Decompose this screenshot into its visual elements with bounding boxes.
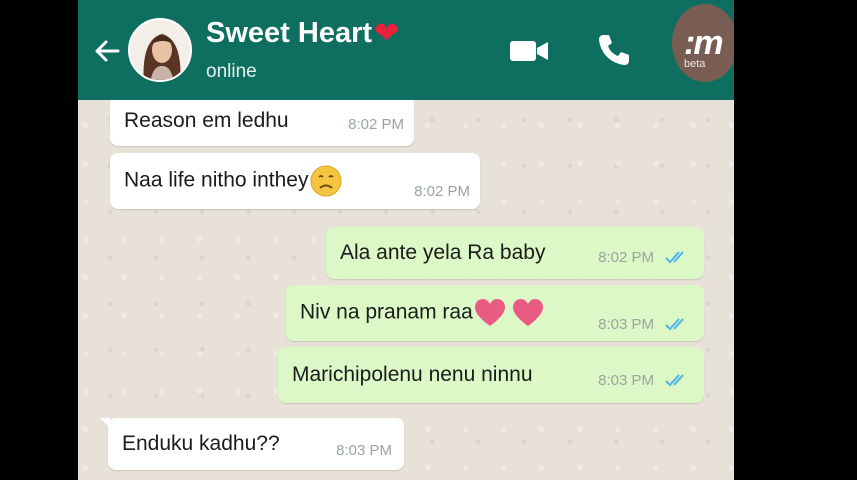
message-text: Niv na pranam raa — [300, 300, 473, 324]
message-outgoing[interactable]: Marichipolenu nenu ninnu 8:03 PM — [278, 347, 704, 403]
chat-header: Sweet Heart ❤ online :m beta — [78, 0, 734, 100]
message-time: 8:02 PM — [598, 249, 654, 266]
message-text: Marichipolenu nenu ninnu — [292, 363, 533, 386]
double-check-icon — [665, 251, 684, 264]
message-outgoing[interactable]: Niv na pranam raa 8:03 PM — [286, 285, 704, 341]
pink-heart-icon — [512, 299, 543, 326]
message-incoming[interactable]: Enduku kadhu?? 8:03 PM — [100, 418, 404, 470]
message-time: 8:02 PM — [414, 183, 470, 200]
message-content: Naa life nitho inthey — [124, 165, 342, 197]
message-content: Niv na pranam raa — [300, 297, 545, 329]
profile-photo-icon — [130, 20, 190, 80]
message-time: 8:03 PM — [336, 442, 392, 459]
video-camera-icon — [510, 41, 548, 61]
message-text: Naa life nitho inthey — [124, 168, 309, 192]
contact-name-text: Sweet Heart — [206, 17, 373, 49]
message-incoming[interactable]: Naa life nitho inthey 8:02 PM — [110, 153, 480, 209]
message-text: Enduku kadhu?? — [122, 432, 280, 455]
arrow-left-icon — [95, 40, 120, 62]
sad-face-icon — [310, 165, 342, 197]
phone-icon — [599, 35, 629, 65]
video-call-button[interactable] — [506, 34, 552, 68]
avatar[interactable] — [128, 18, 192, 82]
message-time: 8:03 PM — [598, 316, 654, 333]
watermark-logo: :m beta — [672, 4, 734, 82]
message-text: Ala ante yela Ra baby — [340, 241, 546, 264]
pink-heart-icon — [474, 299, 505, 326]
contact-name[interactable]: Sweet Heart ❤ — [206, 17, 399, 50]
watermark-subtext: beta — [684, 58, 706, 70]
message-text: Reason em ledhu — [124, 109, 289, 132]
red-heart-icon: ❤ — [374, 16, 400, 50]
voice-call-button[interactable] — [594, 30, 634, 70]
double-check-icon — [665, 318, 684, 331]
message-time: 8:03 PM — [598, 372, 654, 389]
back-button[interactable] — [90, 34, 124, 68]
double-check-icon — [665, 374, 684, 387]
phone-screen: Reason em ledhu 8:02 PM Naa life nitho i… — [78, 0, 734, 480]
message-outgoing[interactable]: Ala ante yela Ra baby 8:02 PM — [326, 227, 704, 279]
message-time: 8:02 PM — [348, 116, 404, 133]
bubble-tail — [100, 418, 110, 428]
contact-status: online — [206, 61, 257, 82]
message-incoming[interactable]: Reason em ledhu 8:02 PM — [110, 96, 414, 146]
